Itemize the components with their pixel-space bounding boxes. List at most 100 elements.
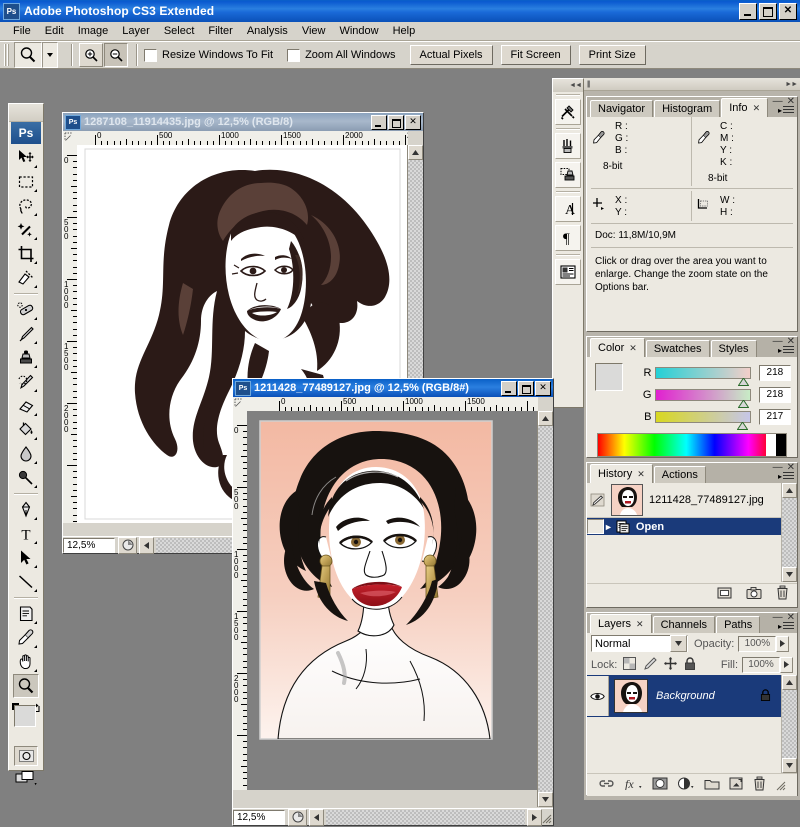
scroll-up-button[interactable] — [782, 483, 797, 498]
lock-all-icon[interactable] — [684, 656, 696, 673]
layer-comps-icon[interactable] — [555, 259, 581, 285]
document-maximize-button[interactable] — [518, 380, 534, 396]
color-spectrum-bar[interactable] — [597, 433, 787, 457]
layer-visibility-toggle[interactable] — [587, 676, 609, 716]
screen-mode-picker[interactable] — [9, 770, 43, 786]
panel-close-icon[interactable]: ✕ — [787, 612, 795, 623]
panel-minimize-icon[interactable]: — — [773, 96, 783, 107]
panel-menu-button[interactable]: ▸ — [778, 106, 794, 115]
blend-mode-select[interactable]: Normal — [591, 635, 688, 652]
tool-preset-picker[interactable] — [14, 42, 58, 68]
checkbox[interactable] — [287, 48, 301, 62]
layer-row-background[interactable]: Background — [587, 675, 781, 717]
g-slider-thumb[interactable] — [738, 399, 750, 408]
panel-close-icon[interactable]: ✕ — [787, 96, 795, 107]
tab-actions[interactable]: Actions — [653, 466, 706, 483]
resize-grip[interactable] — [775, 780, 786, 791]
minimize-button[interactable] — [739, 3, 757, 20]
tab-info[interactable]: Info ✕ — [721, 98, 769, 117]
eyedropper-tool[interactable] — [13, 626, 39, 650]
document-info-icon[interactable] — [118, 536, 137, 554]
foreground-color-swatch[interactable] — [14, 705, 36, 727]
document-vertical-scrollbar-2[interactable] — [537, 411, 553, 807]
panel-close-icon[interactable]: ✕ — [787, 462, 795, 473]
eraser-tool[interactable] — [13, 394, 39, 418]
close-button[interactable]: ✕ — [779, 3, 797, 20]
path-selection-tool[interactable] — [13, 546, 39, 570]
tab-history[interactable]: History ✕ — [590, 464, 653, 483]
history-scrollbar[interactable] — [781, 483, 797, 582]
r-slider-thumb[interactable] — [738, 377, 750, 386]
fit-screen-button[interactable]: Fit Screen — [500, 45, 571, 65]
magic-wand-tool[interactable] — [13, 218, 39, 242]
lock-transparent-pixels-icon[interactable] — [623, 656, 637, 673]
menu-filter[interactable]: Filter — [201, 23, 239, 39]
new-snapshot-icon[interactable] — [746, 586, 762, 603]
scroll-track[interactable] — [538, 426, 553, 792]
paint-bucket-tool[interactable] — [13, 418, 39, 442]
opacity-field[interactable]: 100% — [738, 635, 777, 652]
document-maximize-button[interactable] — [388, 114, 404, 130]
resize-grip[interactable] — [541, 813, 552, 824]
menu-image[interactable]: Image — [71, 23, 116, 39]
brush-tool[interactable] — [13, 322, 39, 346]
status-scroll-left-button[interactable] — [309, 808, 324, 826]
lock-position-icon[interactable] — [664, 656, 678, 673]
new-group-icon[interactable] — [704, 778, 720, 793]
tab-paths[interactable]: Paths — [716, 616, 761, 633]
zoom-level-field-1[interactable]: 12,5% — [63, 537, 115, 553]
lock-image-pixels-icon[interactable] — [643, 656, 658, 673]
fill-slider-button[interactable] — [780, 656, 793, 673]
dodge-tool[interactable] — [13, 466, 39, 490]
options-bar-grip[interactable] — [4, 44, 11, 66]
history-snapshot-row[interactable]: 1211428_77489127.jpg — [587, 483, 781, 518]
document-info-icon[interactable] — [288, 808, 307, 826]
notes-tool[interactable] — [13, 602, 39, 626]
tool-presets-icon[interactable] — [555, 99, 581, 125]
layer-mask-icon[interactable] — [652, 777, 668, 793]
b-slider-track[interactable] — [655, 411, 751, 430]
quick-mask-toggle[interactable] — [9, 746, 43, 766]
actual-pixels-button[interactable]: Actual Pixels — [409, 45, 493, 65]
history-state-open[interactable]: ► Open — [587, 518, 781, 535]
g-value-field[interactable]: 218 — [758, 387, 791, 403]
history-brush-tool[interactable] — [13, 370, 39, 394]
panel-close-icon[interactable]: ✕ — [787, 336, 795, 347]
panel-menu-button[interactable]: ▸ — [778, 472, 794, 481]
menu-file[interactable]: File — [6, 23, 38, 39]
zoom-tool[interactable] — [13, 674, 39, 698]
blur-tool[interactable] — [13, 442, 39, 466]
b-slider-thumb[interactable] — [737, 421, 749, 430]
tab-styles[interactable]: Styles — [710, 340, 757, 357]
zoom-out-button[interactable] — [104, 43, 128, 67]
lasso-tool[interactable] — [13, 194, 39, 218]
panel-menu-button[interactable]: ▸ — [778, 346, 794, 355]
history-brush-source-icon[interactable] — [587, 493, 607, 507]
foreground-color-swatch[interactable] — [595, 363, 623, 391]
zoom-all-windows-option[interactable]: Zoom All Windows — [287, 48, 396, 62]
tab-navigator[interactable]: Navigator — [590, 100, 654, 117]
document-title-bar[interactable]: Ps 1287108_11914435.jpg @ 12,5% (RGB/8) … — [63, 113, 423, 131]
zoom-level-field-2[interactable]: 12,5% — [233, 809, 285, 825]
panel-minimize-icon[interactable]: — — [773, 462, 783, 473]
paragraph-icon[interactable]: ¶ — [555, 225, 581, 251]
scroll-down-button[interactable] — [782, 567, 797, 582]
adjustment-layer-icon[interactable] — [677, 777, 694, 793]
document-close-button[interactable]: ✕ — [535, 380, 551, 396]
healing-brush-tool[interactable] — [13, 298, 39, 322]
document-minimize-button[interactable] — [371, 114, 387, 130]
dock-grip[interactable]: ||| ►► — [584, 78, 800, 91]
new-layer-icon[interactable] — [729, 777, 743, 793]
scroll-down-button[interactable] — [782, 758, 797, 773]
menu-analysis[interactable]: Analysis — [240, 23, 295, 39]
layers-scrollbar[interactable] — [781, 675, 797, 773]
collapse-to-icons-icon[interactable]: ◄◄ — [569, 82, 582, 89]
delete-state-icon[interactable] — [776, 585, 789, 603]
link-layers-icon[interactable] — [598, 778, 615, 792]
close-icon[interactable]: ✕ — [629, 339, 637, 357]
menu-help[interactable]: Help — [386, 23, 423, 39]
menu-edit[interactable]: Edit — [38, 23, 71, 39]
b-value-field[interactable]: 217 — [758, 409, 791, 425]
panel-menu-button[interactable]: ▸ — [778, 622, 794, 631]
move-tool[interactable] — [13, 146, 39, 170]
